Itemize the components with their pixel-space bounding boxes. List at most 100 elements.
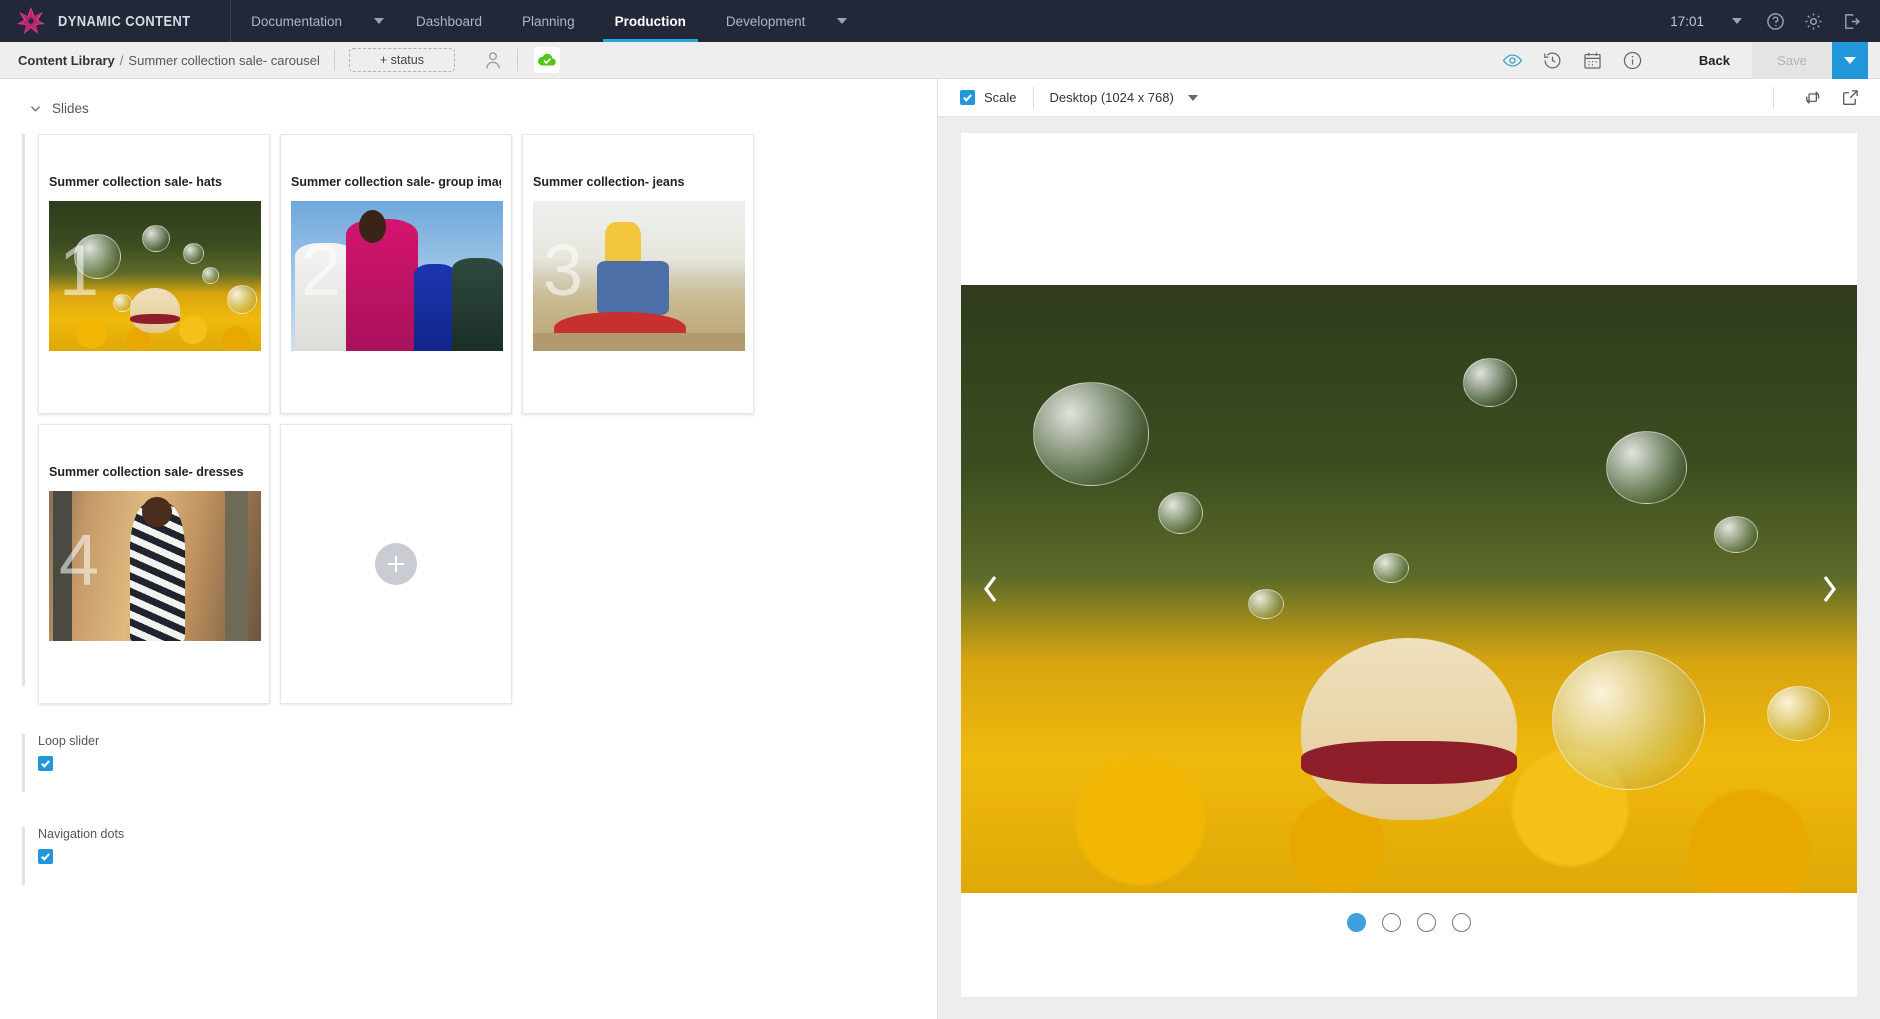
slide-title: Summer collection sale- group image — [291, 175, 501, 189]
nav-documentation-dropdown[interactable] — [362, 0, 396, 42]
field-rail — [22, 734, 25, 792]
slides-section-header[interactable]: Slides — [0, 79, 937, 116]
add-slide-button[interactable] — [280, 424, 512, 704]
nav-item-production[interactable]: Production — [595, 0, 706, 42]
toolbar-divider-1 — [333, 49, 335, 71]
main-content: Slides Summer collection sale- hats 1 Su… — [0, 79, 1880, 1019]
top-bar-right-cluster: 17:01 — [1656, 0, 1880, 42]
cloud-check-icon — [537, 53, 556, 66]
carousel-current-image — [961, 285, 1857, 893]
save-button[interactable]: Save — [1752, 41, 1832, 79]
chevron-right-icon — [1823, 576, 1836, 602]
content-toolbar: Content Library / Summer collection sale… — [0, 41, 1880, 79]
check-icon — [41, 853, 50, 861]
nav-item-documentation[interactable]: Documentation — [231, 0, 362, 42]
open-external-button[interactable] — [1834, 82, 1866, 114]
breadcrumb-current-item: Summer collection sale- carousel — [128, 52, 320, 68]
chevron-down-icon — [1844, 56, 1856, 64]
toolbar-actions: Back Save — [1493, 41, 1868, 79]
field-rail — [22, 827, 25, 885]
content-form-editor: Slides Summer collection sale- hats 1 Su… — [0, 79, 938, 1019]
timezone-dropdown[interactable] — [1718, 0, 1756, 42]
preview-toolbar: Scale Desktop (1024 x 768) — [938, 79, 1880, 117]
logout-icon — [1844, 13, 1860, 29]
rotate-device-button[interactable] — [1796, 82, 1828, 114]
slides-grid: Summer collection sale- hats 1 Summer co… — [38, 134, 918, 704]
carousel-dot[interactable] — [1382, 913, 1401, 932]
breadcrumb-content-library[interactable]: Content Library — [18, 53, 115, 68]
navigation-dots-label: Navigation dots — [38, 827, 125, 841]
schedule-button[interactable] — [1576, 43, 1610, 77]
assignee-button[interactable] — [483, 50, 503, 70]
slide-title: Summer collection- jeans — [533, 175, 685, 189]
chevron-down-icon — [1732, 18, 1742, 24]
slide-card[interactable]: Summer collection sale- group image 2 — [280, 134, 512, 414]
carousel-next-button[interactable] — [1809, 569, 1849, 609]
device-selected-value: Desktop (1024 x 768) — [1049, 90, 1174, 105]
calendar-icon — [1584, 52, 1602, 69]
toolbar-divider-2 — [516, 49, 518, 71]
slide-thumbnail: 4 — [49, 491, 261, 641]
carousel-image-hats — [961, 285, 1857, 893]
chevron-down-icon — [28, 102, 42, 116]
carousel-dot[interactable] — [1417, 913, 1436, 932]
loop-slider-label: Loop slider — [38, 734, 100, 748]
publish-status-badge[interactable] — [533, 47, 560, 73]
slides-group-rail — [22, 134, 25, 686]
help-button[interactable] — [1756, 0, 1794, 42]
nav-development-dropdown[interactable] — [825, 0, 859, 42]
carousel-navigation-dots — [1347, 913, 1471, 932]
chevron-down-icon — [1187, 94, 1198, 101]
slide-card[interactable]: Summer collection sale- hats 1 — [38, 134, 270, 414]
slide-title: Summer collection sale- dresses — [49, 465, 244, 479]
slides-list-wrapper: Summer collection sale- hats 1 Summer co… — [0, 134, 937, 704]
carousel-prev-button[interactable] — [971, 569, 1011, 609]
navigation-dots-checkbox[interactable] — [38, 849, 53, 864]
preview-stage — [938, 117, 1880, 1019]
brand-logo-zone[interactable]: DYNAMIC CONTENT — [0, 0, 232, 42]
slide-card[interactable]: Summer collection- jeans 3 — [522, 134, 754, 414]
chevron-left-icon — [984, 576, 997, 602]
back-button[interactable]: Back — [1677, 53, 1752, 68]
loop-slider-checkbox[interactable] — [38, 756, 53, 771]
slide-thumbnail: 1 — [49, 201, 261, 351]
preview-button[interactable] — [1496, 43, 1530, 77]
scale-checkbox[interactable] — [960, 90, 975, 105]
history-button[interactable] — [1536, 43, 1570, 77]
check-icon — [41, 760, 50, 768]
scale-label: Scale — [984, 90, 1017, 105]
logout-button[interactable] — [1832, 0, 1870, 42]
device-selector[interactable]: Desktop (1024 x 768) — [1050, 90, 1198, 105]
rotate-device-icon — [1805, 91, 1819, 104]
chevron-down-icon — [373, 18, 384, 24]
gear-icon — [1805, 13, 1821, 29]
nav-item-development[interactable]: Development — [706, 0, 826, 42]
slides-section-title: Slides — [52, 101, 89, 116]
slide-image-group — [291, 201, 503, 351]
open-external-icon — [1842, 90, 1858, 105]
info-icon — [1624, 51, 1642, 69]
preview-toolbar-divider-2 — [1773, 86, 1774, 109]
add-status-button[interactable]: + status — [348, 48, 455, 72]
slide-title: Summer collection sale- hats — [49, 175, 222, 189]
nav-item-planning[interactable]: Planning — [502, 0, 595, 42]
slide-image-hats — [49, 201, 261, 351]
slide-thumbnail: 2 — [291, 201, 503, 351]
preview-toolbar-actions — [1757, 82, 1866, 114]
chevron-down-icon — [837, 18, 848, 24]
loop-slider-field: Loop slider — [0, 734, 937, 792]
history-icon — [1544, 52, 1561, 68]
preview-toolbar-divider — [1032, 86, 1034, 109]
help-icon — [1766, 12, 1784, 30]
slide-thumbnail: 3 — [533, 201, 745, 351]
plus-icon — [375, 543, 417, 585]
slide-card[interactable]: Summer collection sale- dresses 4 — [38, 424, 270, 704]
carousel-dot[interactable] — [1347, 913, 1366, 932]
carousel-dot[interactable] — [1452, 913, 1471, 932]
save-options-dropdown[interactable] — [1832, 41, 1868, 79]
nav-item-dashboard[interactable]: Dashboard — [396, 0, 502, 42]
info-button[interactable] — [1616, 43, 1650, 77]
carousel-preview — [961, 285, 1857, 893]
settings-button[interactable] — [1794, 0, 1832, 42]
preview-panel: Scale Desktop (1024 x 768) — [938, 79, 1880, 1019]
